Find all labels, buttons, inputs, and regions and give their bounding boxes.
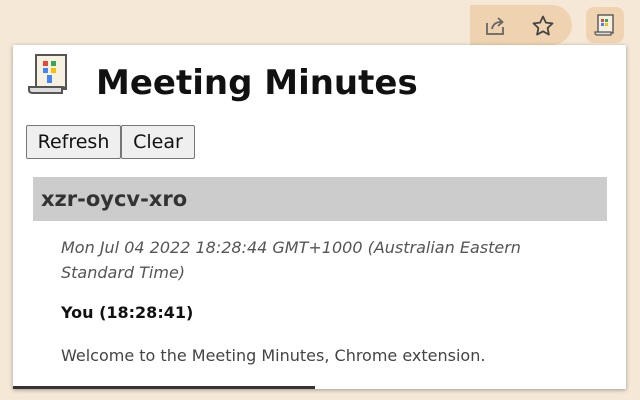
entry-speaker: You (18:28:41) (61, 303, 194, 322)
share-icon[interactable] (480, 11, 510, 41)
meeting-code: xzr-oycv-xro (41, 187, 188, 211)
refresh-button[interactable]: Refresh (26, 125, 121, 159)
star-icon[interactable] (528, 11, 558, 41)
meeting-header: xzr-oycv-xro (33, 177, 607, 221)
scroll-logo-icon (26, 53, 76, 97)
browser-toolbar (0, 0, 640, 50)
page-title: Meeting Minutes (96, 63, 418, 103)
meeting-minutes-extension-icon[interactable] (586, 7, 624, 43)
clear-button[interactable]: Clear (121, 125, 195, 159)
extension-popup: Meeting Minutes Refresh Clear xzr-oycv-x… (13, 45, 626, 389)
entry-text: Welcome to the Meeting Minutes, Chrome e… (61, 346, 486, 365)
scroll-indicator (13, 386, 315, 389)
meeting-date: Mon Jul 04 2022 18:28:44 GMT+1000 (Austr… (61, 238, 521, 282)
